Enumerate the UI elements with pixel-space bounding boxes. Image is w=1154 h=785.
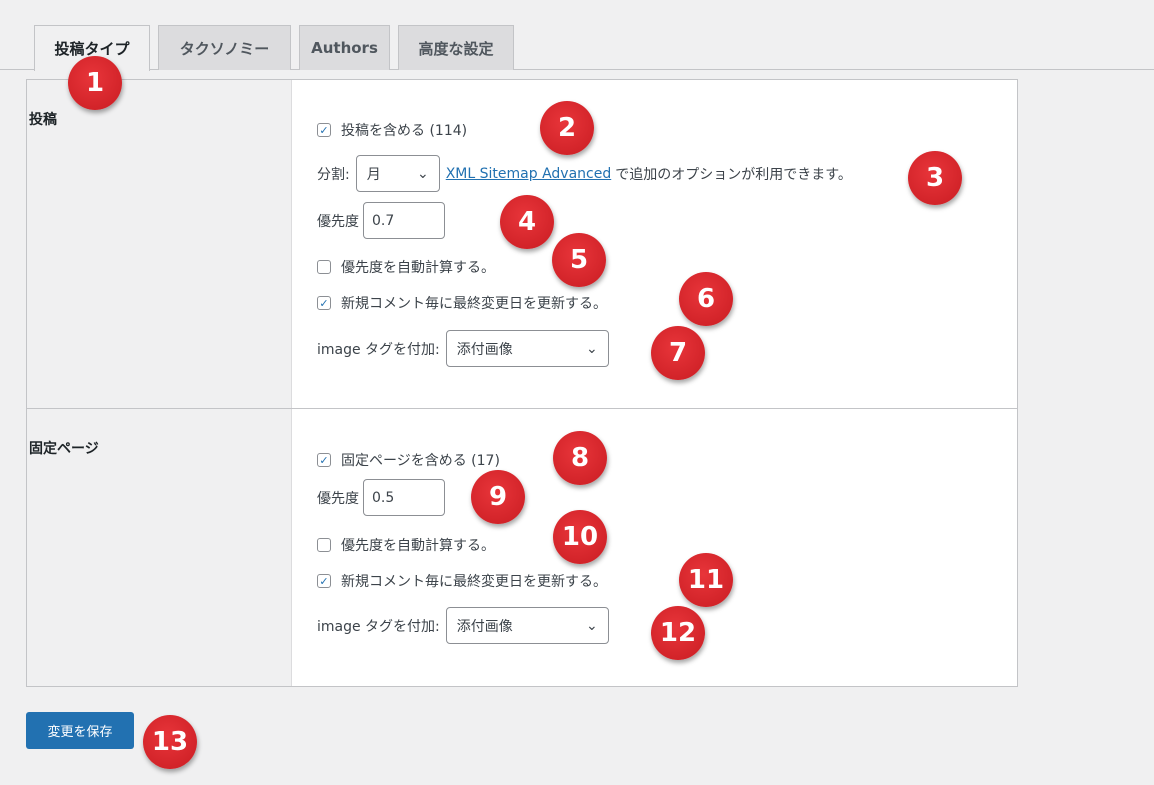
posts-include-label: 投稿を含める (114) — [341, 123, 468, 139]
pages-update-checkbox[interactable]: ✓ 新規コメント毎に最終変更日を更新する。 — [317, 571, 607, 591]
annotation-marker: 9 — [471, 470, 525, 524]
annotation-marker: 2 — [540, 101, 594, 155]
checkbox-checked-icon: ✓ — [317, 453, 331, 467]
pages-heading: 固定ページ — [29, 441, 99, 457]
tab-advanced[interactable]: 高度な設定 — [398, 25, 514, 70]
pages-image-value: 添付画像 — [456, 618, 513, 635]
chevron-down-icon: ⌄ — [416, 165, 429, 182]
split-label: 分割: — [317, 166, 350, 183]
pages-image-select[interactable]: 添付画像 ⌄ — [445, 607, 609, 644]
annotation-marker: 6 — [679, 272, 733, 326]
annotation-marker: 7 — [651, 326, 705, 380]
posts-include-checkbox[interactable]: ✓ 投稿を含める (114) — [317, 120, 467, 140]
annotation-marker: 3 — [908, 151, 962, 205]
pages-priority-input[interactable]: 0.5 — [363, 479, 445, 516]
posts-heading: 投稿 — [29, 112, 57, 128]
posts-image-value: 添付画像 — [456, 341, 513, 358]
label-column — [27, 80, 292, 686]
annotation-marker: 1 — [68, 56, 122, 110]
save-button[interactable]: 変更を保存 — [26, 712, 134, 749]
annotation-marker: 10 — [553, 510, 607, 564]
checkbox-checked-icon: ✓ — [317, 123, 331, 137]
tab-authors[interactable]: Authors — [299, 25, 390, 70]
checkbox-checked-icon: ✓ — [317, 296, 331, 310]
pages-image-label: image タグを付加: — [317, 618, 440, 635]
split-value: 月 — [366, 166, 381, 183]
annotation-marker: 13 — [143, 715, 197, 769]
pages-auto-priority-checkbox[interactable]: 優先度を自動計算する。 — [317, 535, 495, 555]
annotation-marker: 11 — [679, 553, 733, 607]
posts-priority-input[interactable]: 0.7 — [363, 202, 445, 239]
pages-update-label: 新規コメント毎に最終変更日を更新する。 — [341, 574, 607, 590]
xml-sitemap-advanced-link[interactable]: XML Sitemap Advanced — [446, 166, 612, 182]
pages-include-label: 固定ページを含める (17) — [341, 453, 500, 469]
posts-update-checkbox[interactable]: ✓ 新規コメント毎に最終変更日を更新する。 — [317, 293, 607, 313]
annotation-marker: 5 — [552, 233, 606, 287]
pages-auto-priority-label: 優先度を自動計算する。 — [341, 538, 495, 554]
posts-auto-priority-checkbox[interactable]: 優先度を自動計算する。 — [317, 257, 495, 277]
chevron-down-icon: ⌄ — [586, 340, 598, 357]
checkbox-checked-icon: ✓ — [317, 574, 331, 588]
posts-image-select[interactable]: 添付画像 ⌄ — [445, 330, 609, 367]
posts-priority-label: 優先度 — [317, 213, 359, 230]
chevron-down-icon: ⌄ — [586, 617, 598, 634]
posts-auto-priority-label: 優先度を自動計算する。 — [341, 260, 495, 276]
checkbox-unchecked-icon — [317, 538, 331, 552]
link-suffix: で追加のオプションが利用できます。 — [615, 166, 852, 183]
row-divider — [27, 408, 1017, 409]
split-select[interactable]: 月 ⌄ — [355, 155, 440, 192]
annotation-marker: 4 — [500, 195, 554, 249]
pages-priority-label: 優先度 — [317, 490, 359, 507]
posts-update-label: 新規コメント毎に最終変更日を更新する。 — [341, 296, 607, 312]
checkbox-unchecked-icon — [317, 260, 331, 274]
annotation-marker: 8 — [553, 431, 607, 485]
tab-taxonomies[interactable]: タクソノミー — [158, 25, 291, 70]
pages-include-checkbox[interactable]: ✓ 固定ページを含める (17) — [317, 450, 500, 470]
annotation-marker: 12 — [651, 606, 705, 660]
posts-image-label: image タグを付加: — [317, 341, 440, 358]
